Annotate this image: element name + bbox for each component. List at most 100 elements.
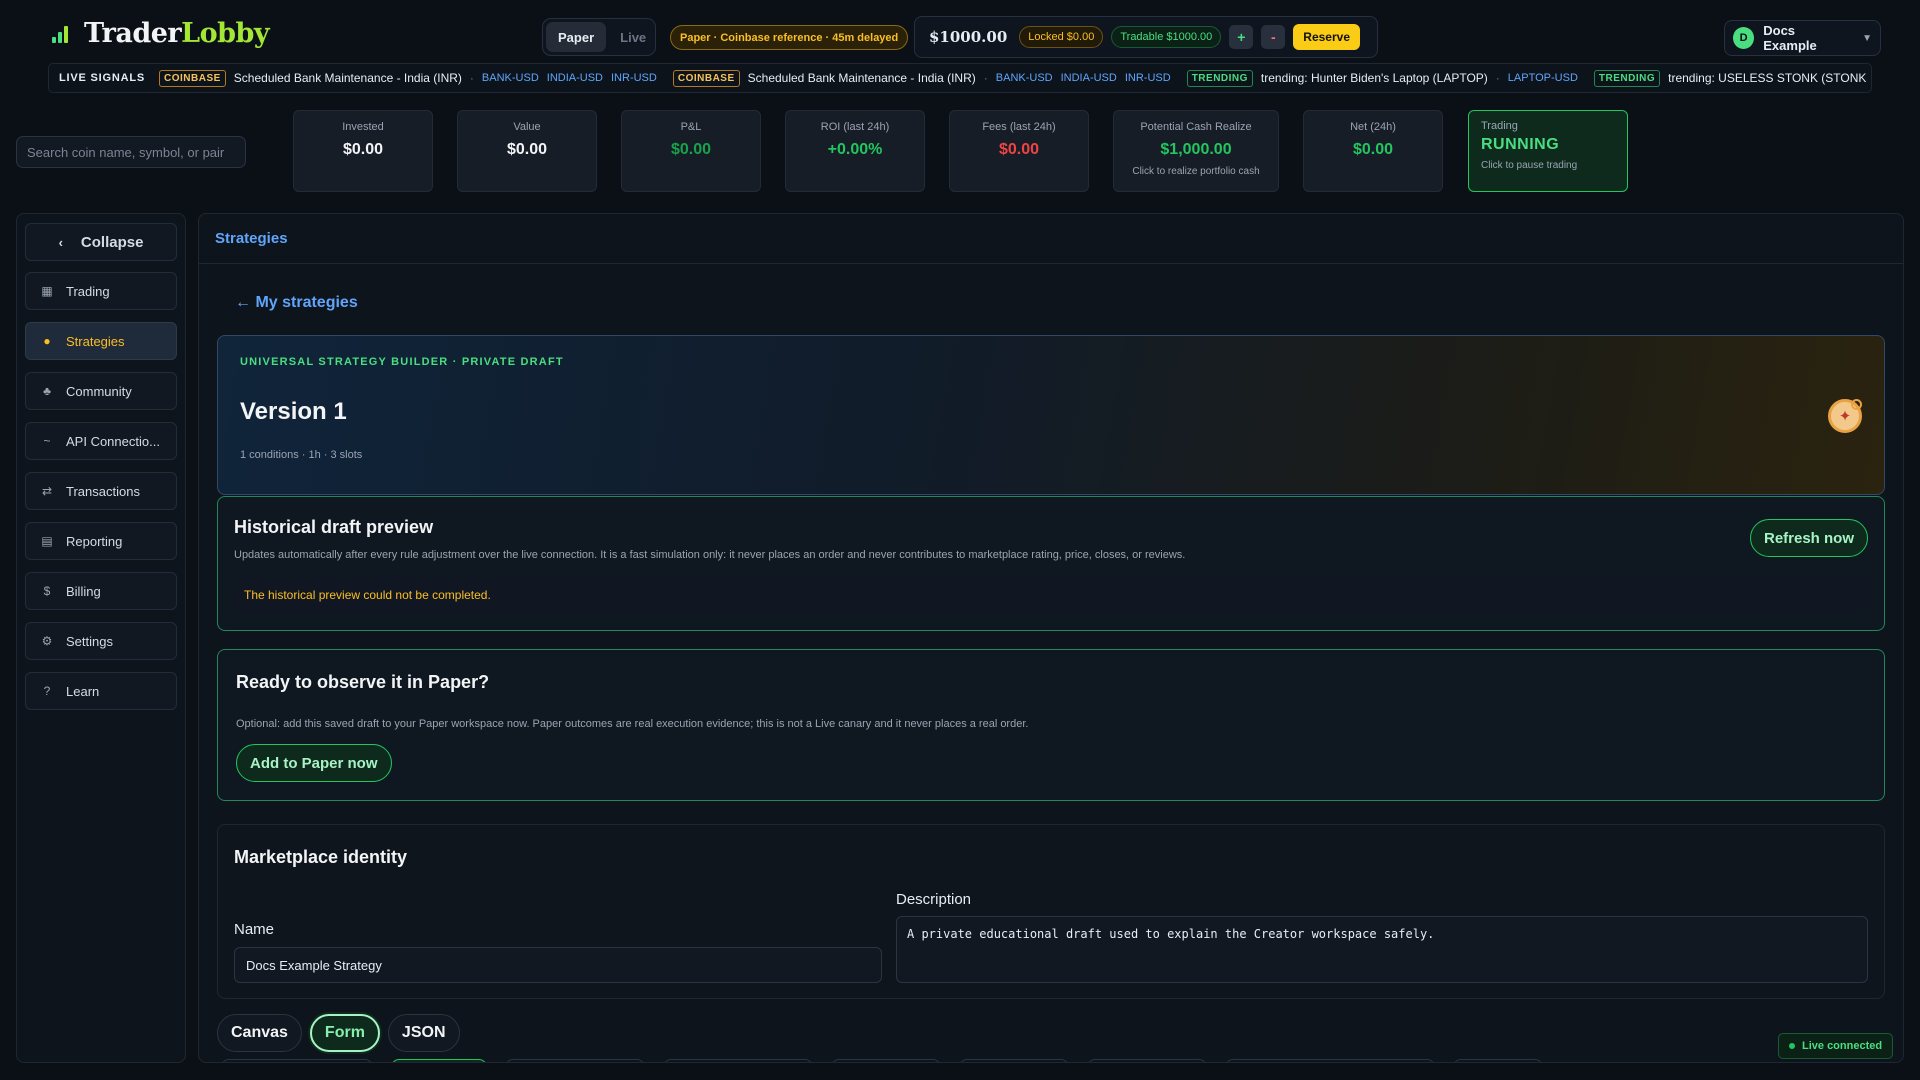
brand-logo[interactable]: TraderLobby	[50, 18, 270, 49]
trading-toggle-card[interactable]: Trading RUNNING Click to pause trading	[1468, 110, 1628, 192]
main-panel: Strategies ← My strategies UNIVERSAL STR…	[198, 213, 1904, 1063]
sidebar-item-trading[interactable]: ▦ Trading	[25, 272, 177, 310]
user-name: Docs Example	[1763, 23, 1817, 53]
sidebar-item-reporting[interactable]: ▤ Reporting	[25, 522, 177, 560]
breadcrumb[interactable]: Strategies	[215, 230, 288, 247]
dollar-icon: $	[43, 584, 51, 598]
sidebar-item-transactions[interactable]: ⇄ Transactions	[25, 472, 177, 510]
grid-icon: ▦	[41, 284, 53, 298]
signal-tag: COINBASE	[672, 69, 740, 87]
sidebar-item-settings[interactable]: ⚙ Settings	[25, 622, 177, 660]
signal-pair-link[interactable]: INDIA-USD	[1061, 72, 1117, 84]
preview-error-message: The historical preview could not be comp…	[234, 577, 1868, 613]
strategy-description-input[interactable]: A private educational draft used to expl…	[896, 916, 1868, 983]
add-funds-button[interactable]: +	[1229, 25, 1254, 49]
identity-title: Marketplace identity	[234, 847, 408, 867]
signal-tag: COINBASE	[159, 69, 226, 87]
signal-pair-link[interactable]: BANK-USD	[482, 72, 539, 84]
description-label: Description	[896, 891, 972, 908]
stat-fees: Fees (last 24h) $0.00	[949, 110, 1089, 192]
reserve-button[interactable]: Reserve	[1293, 24, 1361, 50]
mode-live-button[interactable]: Live	[608, 22, 658, 52]
user-menu[interactable]: D Docs Example ▼	[1724, 20, 1881, 56]
stat-pnl: P&L $0.00	[621, 110, 761, 192]
reference-badge: Paper · Coinbase reference · 45m delayed	[670, 25, 909, 50]
form-chip[interactable]	[1225, 1059, 1435, 1062]
signal-text[interactable]: trending: USELESS STONK (STONK	[1668, 71, 1866, 85]
form-chip[interactable]	[221, 1059, 373, 1062]
form-chip[interactable]	[1087, 1059, 1207, 1062]
strategy-hero: UNIVERSAL STRATEGY BUILDER · PRIVATE DRA…	[217, 335, 1885, 495]
signal-pair-link[interactable]: LAPTOP-USD	[1508, 72, 1578, 84]
signal-pair-link[interactable]: INR-USD	[1125, 72, 1171, 84]
sidebar-item-community[interactable]: ♣ Community	[25, 372, 177, 410]
brand-name: TraderLobby	[84, 18, 270, 49]
gear-icon: ⚙	[41, 634, 53, 648]
tab-canvas[interactable]: Canvas	[217, 1014, 302, 1052]
coin-search-input[interactable]	[16, 136, 246, 168]
mode-switch: Paper Live	[542, 18, 656, 56]
ticker-label: LIVE SIGNALS	[59, 72, 145, 84]
form-chip[interactable]	[391, 1059, 487, 1062]
stat-roi: ROI (last 24h) +0.00%	[785, 110, 925, 192]
ready-description: Optional: add this saved draft to your P…	[236, 718, 1029, 730]
sidebar-item-learn[interactable]: ? Learn	[25, 672, 177, 710]
avatar: D	[1733, 27, 1755, 49]
historical-preview-card: Historical draft preview Updates automat…	[217, 496, 1885, 631]
sidebar-item-strategies[interactable]: ● Strategies	[25, 322, 177, 360]
stat-invested: Invested $0.00	[293, 110, 433, 192]
tab-form[interactable]: Form	[309, 1014, 380, 1052]
marketplace-identity-card: Marketplace identity Name Description A …	[217, 824, 1885, 999]
ready-title: Ready to observe it in Paper?	[236, 672, 490, 692]
refresh-now-button[interactable]: Refresh now	[1749, 519, 1868, 557]
stat-cash-realize[interactable]: Potential Cash Realize $1,000.00 Click t…	[1113, 110, 1279, 192]
live-signals-ticker: LIVE SIGNALS COINBASE Scheduled Bank Mai…	[48, 63, 1872, 93]
form-chip[interactable]	[831, 1059, 941, 1062]
form-chip[interactable]	[505, 1059, 645, 1062]
locked-badge: Locked $0.00	[1019, 26, 1104, 48]
trading-status: RUNNING	[1481, 136, 1560, 153]
chevron-down-icon: ▼	[1862, 32, 1872, 44]
signal-pair-link[interactable]: BANK-USD	[996, 72, 1053, 84]
remove-funds-button[interactable]: -	[1261, 25, 1286, 49]
back-to-strategies-link[interactable]: ← My strategies	[235, 294, 358, 312]
live-connection-status: Live connected	[1778, 1033, 1894, 1059]
tradable-badge: Tradable $1000.00	[1111, 26, 1222, 48]
main-header: Strategies	[199, 214, 1903, 264]
stat-net: Net (24h) $0.00	[1303, 110, 1443, 192]
sidebar-item-api-connections[interactable]: ~ API Connectio...	[25, 422, 177, 460]
question-icon: ?	[43, 684, 51, 698]
community-icon: ♣	[43, 384, 51, 398]
api-icon: ~	[43, 434, 51, 448]
strategy-title: Version 1	[240, 398, 347, 425]
strategy-name-input[interactable]	[234, 947, 882, 983]
mode-paper-button[interactable]: Paper	[546, 22, 607, 52]
form-chip[interactable]	[663, 1059, 813, 1062]
signal-text[interactable]: Scheduled Bank Maintenance - India (INR)	[234, 71, 462, 85]
bar-chart-icon	[50, 23, 72, 45]
strategy-meta: 1 conditions · 1h · 3 slots	[240, 449, 363, 461]
chevron-left-icon: ‹	[58, 234, 63, 250]
signal-text[interactable]: trending: Hunter Biden's Laptop (LAPTOP)	[1261, 71, 1488, 85]
tab-json[interactable]: JSON	[387, 1014, 460, 1052]
strategy-icon: ●	[43, 334, 51, 348]
report-icon: ▤	[41, 534, 53, 548]
signal-pair-link[interactable]: INR-USD	[611, 72, 657, 84]
compass-icon: ✦	[1828, 399, 1862, 433]
signal-text[interactable]: Scheduled Bank Maintenance - India (INR)	[748, 71, 976, 85]
add-to-paper-button[interactable]: Add to Paper now	[236, 744, 392, 782]
transfer-icon: ⇄	[41, 484, 53, 498]
form-chip[interactable]	[959, 1059, 1069, 1062]
form-chip[interactable]	[1453, 1059, 1543, 1062]
preview-description: Updates automatically after every rule a…	[234, 549, 1186, 561]
sidebar-item-billing[interactable]: $ Billing	[25, 572, 177, 610]
collapse-button[interactable]: ‹ Collapse	[25, 223, 177, 261]
sidebar: ‹ Collapse ▦ Trading ● Strategies ♣ Comm…	[16, 213, 186, 1063]
preview-title: Historical draft preview	[234, 517, 434, 537]
editor-tabs: Canvas Form JSON	[217, 1014, 460, 1052]
wallet-bar: $1000.00 Locked $0.00 Tradable $1000.00 …	[914, 16, 1378, 58]
wallet-balance: $1000.00	[929, 28, 1008, 46]
paper-ready-card: Ready to observe it in Paper? Optional: …	[217, 649, 1885, 801]
signal-pair-link[interactable]: INDIA-USD	[547, 72, 603, 84]
signal-tag: TRENDING	[1186, 69, 1253, 87]
